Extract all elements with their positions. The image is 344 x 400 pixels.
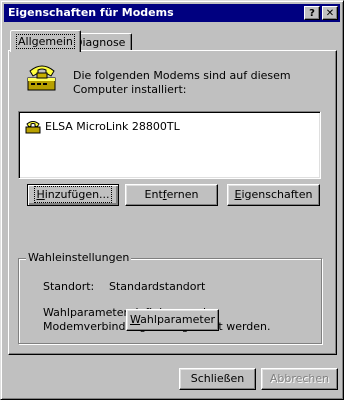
modem-list[interactable]: ELSA MicroLink 28800TL bbox=[18, 111, 321, 179]
modems-description: Die folgenden Modems sind auf diesem Com… bbox=[73, 69, 291, 96]
add-button[interactable]: Hinzufügen... bbox=[27, 184, 119, 206]
help-button[interactable]: ? bbox=[304, 6, 320, 20]
location-label: Standort: bbox=[43, 280, 95, 293]
tab-allgemein-label: Allgemein bbox=[16, 34, 75, 49]
properties-window: Eigenschaften für Modems ? ✕ Allgemein D… bbox=[0, 0, 344, 400]
close-window-button[interactable]: ✕ bbox=[322, 6, 338, 20]
tab-diagnose-label: Diagnose bbox=[74, 36, 126, 49]
modem-name: ELSA MicroLink 28800TL bbox=[45, 120, 180, 133]
modem-icon bbox=[25, 121, 41, 134]
title-bar[interactable]: Eigenschaften für Modems ? ✕ bbox=[4, 4, 340, 22]
remove-button[interactable]: Entfernen bbox=[125, 184, 218, 206]
modem-phone-icon bbox=[27, 65, 56, 91]
dialing-parameters-button[interactable]: Wahlparameter bbox=[126, 309, 219, 331]
properties-button[interactable]: Eigenschaften bbox=[227, 184, 320, 206]
location-value: Standardstandort bbox=[109, 280, 206, 293]
tab-allgemein[interactable]: Allgemein bbox=[10, 30, 81, 52]
cancel-button: Abbrechen bbox=[261, 368, 338, 390]
dialing-settings-label: Wahleinstellungen bbox=[26, 251, 132, 264]
window-title: Eigenschaften für Modems bbox=[8, 6, 174, 19]
close-button[interactable]: Schließen bbox=[179, 368, 256, 390]
